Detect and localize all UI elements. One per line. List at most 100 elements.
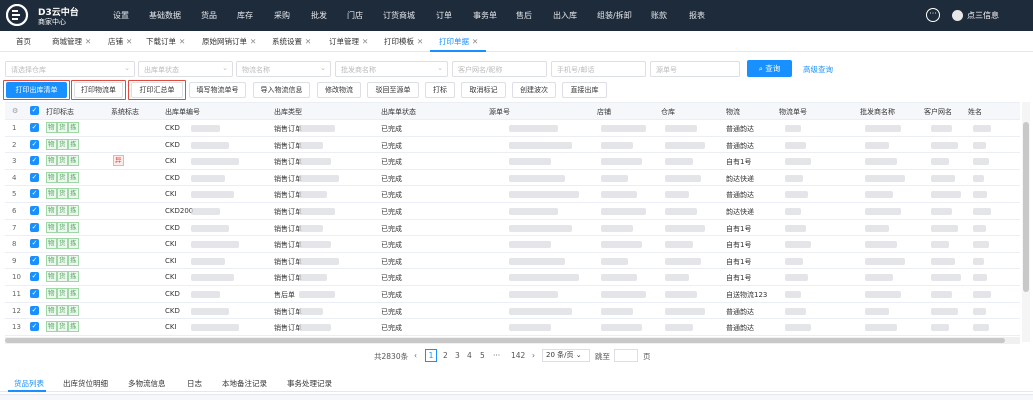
source-order-input[interactable]: 源单号 [650,61,740,77]
vertical-scrollbar[interactable] [1022,102,1030,342]
table-row[interactable]: 13 ✓ 物货拣 CKI 销售订单 已完成 普通韵达 [5,319,1020,336]
user-name[interactable]: 点三信息 [967,10,999,21]
table-row[interactable]: 7 ✓ 物货拣 CKD 销售订单 已完成 自有1号 [5,220,1020,237]
tab-home[interactable]: 首页 [16,36,31,47]
nav-orders[interactable]: 订单 [436,10,452,21]
tab-log[interactable]: 日志 [187,378,202,389]
close-icon[interactable]: ✕ [305,37,311,46]
close-icon[interactable]: ✕ [179,37,185,46]
col-outbound-status[interactable]: 出库单状态 [381,107,416,117]
close-icon[interactable]: ✕ [126,37,132,46]
nav-purchase[interactable]: 采购 [274,10,290,21]
row-checkbox[interactable]: ✓ [30,172,39,182]
row-checkbox[interactable]: ✓ [30,289,39,298]
table-row[interactable]: 4 ✓ 物货拣 CKD 销售订单 已完成 韵达快递 [5,170,1020,187]
table-row[interactable]: 6 ✓ 物货拣 CKD200 销售订单 已完成 韵达快递 [5,203,1020,220]
table-row[interactable]: 12 ✓ 物货拣 CKD 销售订单 已完成 普通韵达 [5,303,1020,320]
cancel-mark-button[interactable]: 取消标记 [461,82,506,98]
row-checkbox[interactable]: ✓ [30,139,39,149]
nav-transactions[interactable]: 事务单 [473,10,497,21]
tab-mall-management[interactable]: 商城管理 ✕ [52,36,91,47]
row-checkbox[interactable]: ✓ [30,123,39,132]
tab-system-settings[interactable]: 系统设置 ✕ [272,36,311,47]
row-checkbox[interactable]: ✓ [30,272,39,282]
tab-shop[interactable]: 店铺 ✕ [108,36,132,47]
nav-in-out-stock[interactable]: 出入库 [553,10,577,21]
warehouse-select[interactable]: 请选择仓库 ⌄ [5,61,135,77]
nav-wholesale[interactable]: 批发 [311,10,327,21]
nav-inventory[interactable]: 库存 [237,10,253,21]
tab-local-notes[interactable]: 本地备注记录 [222,378,267,389]
table-row[interactable]: 10 ✓ 物货拣 CKI 销售订单 已完成 自有1号 [5,269,1020,286]
col-name[interactable]: 姓名 [968,107,982,117]
col-source-no[interactable]: 源单号 [489,107,510,117]
col-shop[interactable]: 店铺 [597,107,611,117]
nav-settings[interactable]: 设置 [113,10,129,21]
row-checkbox[interactable]: ✓ [30,189,39,199]
page-2[interactable]: 2 [443,351,448,360]
col-outbound-no[interactable]: 出库单编号 [165,107,200,117]
search-button[interactable]: ⌕ 查询 [747,60,792,77]
customer-nickname-input[interactable]: 客户网名/昵称 [452,61,547,77]
col-outbound-type[interactable]: 出库类型 [274,107,302,117]
row-checkbox[interactable]: ✓ [30,156,39,166]
table-row[interactable]: 11 ✓ 物货拣 CKD 售后单 已完成 自送物流123 [5,286,1020,303]
tab-multi-logistics[interactable]: 多物流信息 [128,378,166,389]
scrollbar-thumb[interactable] [5,338,1005,343]
close-icon[interactable]: ✕ [417,37,423,46]
reject-to-source-button[interactable]: 驳回至源单 [367,82,419,98]
nav-ordering-mall[interactable]: 订货商城 [383,10,415,21]
col-warehouse[interactable]: 仓库 [661,107,675,117]
row-checkbox[interactable]: ✓ [30,255,39,265]
tab-transaction-records[interactable]: 事务处理记录 [287,378,332,389]
scrollbar-thumb[interactable] [1023,122,1029,292]
fill-tracking-number-button[interactable]: 填写物流单号 [189,82,246,98]
tab-order-management[interactable]: 订单管理 ✕ [329,36,368,47]
tab-download-orders[interactable]: 下载订单 ✕ [146,36,185,47]
horizontal-scrollbar[interactable] [5,337,1020,344]
nav-reports[interactable]: 报表 [689,10,705,21]
nav-goods[interactable]: 货品 [201,10,217,21]
select-all-checkbox[interactable]: ✓ [30,106,39,115]
direct-outbound-button[interactable]: 直接出库 [562,82,607,98]
close-icon[interactable]: ✕ [472,37,478,46]
row-checkbox[interactable]: ✓ [30,322,39,332]
modify-logistics-button[interactable]: 修改物流 [317,82,361,98]
tab-print-template[interactable]: 打印模板 ✕ [384,36,423,47]
next-page-icon[interactable]: › [532,351,535,360]
table-row[interactable]: 2 ✓ 物货拣 CKD 销售订单 已完成 普通韵达 [5,137,1020,154]
create-wave-button[interactable]: 创建波次 [512,82,556,98]
more-options-icon[interactable]: ··· [926,8,940,22]
mark-button[interactable]: 打标 [425,82,455,98]
nav-store[interactable]: 门店 [347,10,363,21]
page-3[interactable]: 3 [455,351,460,360]
col-tracking-no[interactable]: 物流单号 [779,107,807,117]
col-customer-nick[interactable]: 客户网名 [924,107,952,117]
avatar[interactable] [952,10,963,21]
row-checkbox[interactable]: ✓ [30,305,39,315]
table-row[interactable]: 1 ✓ 物货拣 CKD 销售订单 已完成 普通韵达 [5,120,1020,137]
page-4[interactable]: 4 [467,351,472,360]
col-system-flag[interactable]: 系统标志 [111,107,139,117]
phone-input[interactable]: 手机号/邮话 [551,61,646,77]
table-row[interactable]: 3 ✓ 物货拣 异 CKI 销售订单 已完成 自有1号 [5,153,1020,170]
row-checkbox[interactable]: ✓ [30,206,39,215]
tab-original-online-orders[interactable]: 原始网销订单 ✕ [202,36,256,47]
page-5[interactable]: 5 [480,351,485,360]
page-last[interactable]: 142 [511,351,525,360]
tab-goods-list[interactable]: 货品列表 [14,378,44,389]
col-print-flag[interactable]: 打印标志 [46,107,74,117]
close-icon[interactable]: ✕ [250,37,256,46]
nav-basic-data[interactable]: 基础数据 [149,10,181,21]
nav-assembly[interactable]: 组装/拆卸 [597,10,632,21]
page-ellipsis[interactable]: ··· [493,351,500,360]
gear-icon[interactable]: ⚙ [12,107,18,115]
row-checkbox[interactable]: ✓ [30,239,39,249]
wholesaler-name-select[interactable]: 批发商名称 ⌄ [335,61,448,77]
table-row[interactable]: 5 ✓ 物货拣 CKI 销售订单 已完成 普通韵达 [5,186,1020,203]
close-icon[interactable]: ✕ [85,37,91,46]
import-logistics-button[interactable]: 导入物流信息 [253,82,310,98]
table-row[interactable]: 8 ✓ 物货拣 CKI 销售订单 已完成 自有1号 [5,236,1020,253]
col-wholesaler[interactable]: 批发商名称 [860,107,895,117]
tab-location-detail[interactable]: 出库货位明细 [63,378,108,389]
